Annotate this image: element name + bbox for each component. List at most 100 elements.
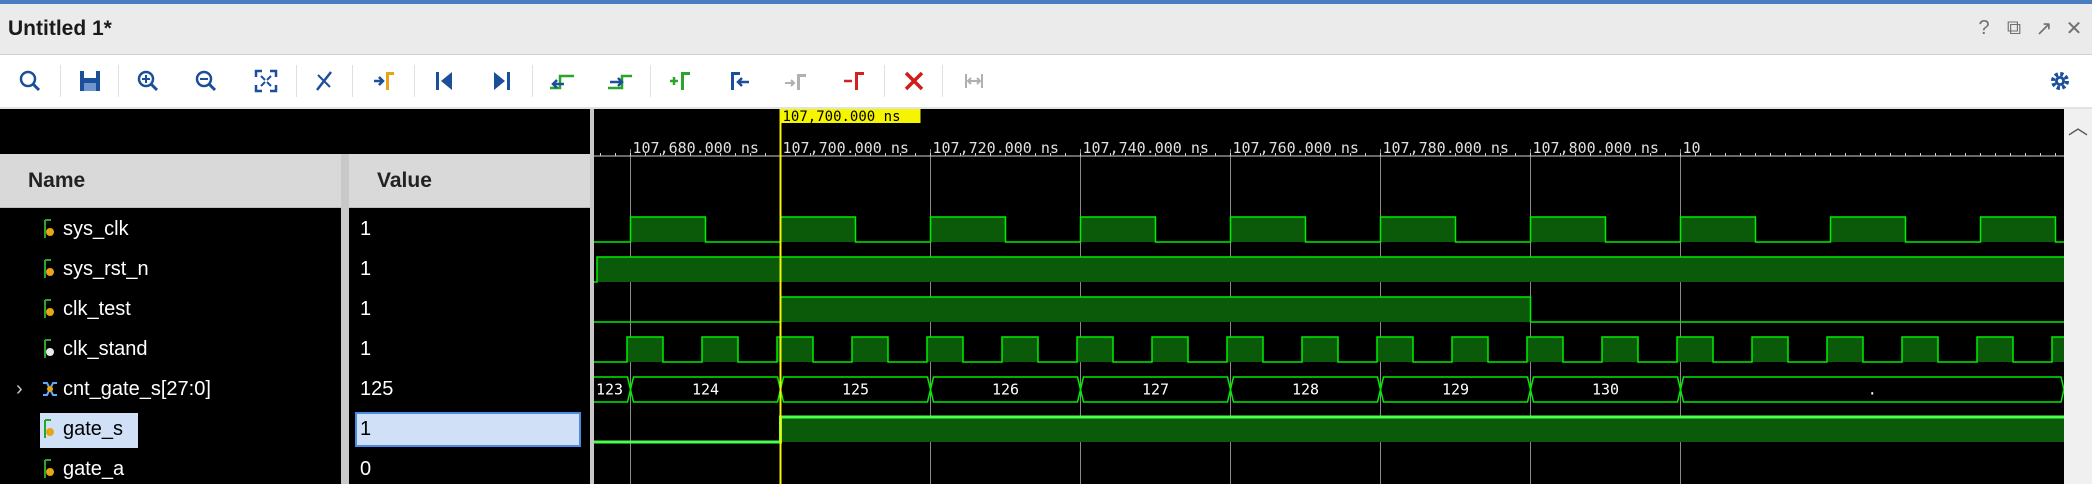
gate-s-high (780, 417, 2064, 442)
clk-stand-high (1002, 337, 1038, 362)
clk-stand-high (1977, 337, 2013, 362)
bit-signal-icon (41, 297, 61, 321)
signal-name[interactable]: gate_s (41, 409, 123, 449)
next-marker-icon[interactable] (778, 63, 814, 99)
clk-stand-high (1527, 337, 1563, 362)
bus-value-label: 130 (1592, 381, 1619, 399)
search-icon[interactable] (12, 63, 48, 99)
signal-value-label: 1 (360, 337, 372, 360)
sys-clk-high (1380, 217, 1456, 242)
snap-to-transition-icon[interactable] (956, 63, 992, 99)
bus-value-label: 125 (842, 381, 869, 399)
signal-name-label: cnt_gate_s[27:0] (63, 377, 211, 400)
time-label: 107,740.000 ns (1083, 139, 1209, 157)
sys-clk-high (630, 217, 706, 242)
save-icon[interactable] (72, 63, 108, 99)
zoom-out-icon[interactable] (188, 63, 224, 99)
add-marker-icon[interactable] (662, 63, 698, 99)
toolbar-separator (650, 65, 651, 97)
vertical-scrollbar[interactable]: ︿ (2064, 109, 2092, 484)
time-label: 107,800.000 ns (1533, 139, 1659, 157)
toolbar-separator (884, 65, 885, 97)
bus-value-label: 124 (692, 381, 719, 399)
waveform-canvas[interactable]: 107,680.000 ns 107,700.000 ns 107,720.000 … (594, 109, 2064, 484)
signal-value-label: 1 (360, 217, 372, 240)
previous-transition-icon[interactable] (544, 63, 580, 99)
signal-row[interactable]: gate_a 0 (0, 449, 590, 489)
time-label: 107,780.000 ns (1383, 139, 1509, 157)
restore-icon[interactable]: ⧉ (2002, 14, 2026, 42)
signal-name[interactable]: clk_stand (41, 329, 148, 369)
time-label: 107,720.000 ns (933, 139, 1059, 157)
signal-name-label: gate_a (63, 457, 125, 480)
toolbar-separator (532, 65, 533, 97)
toolbar (0, 55, 2092, 109)
signal-row[interactable]: › cnt_gate_s[27:0] 125 (0, 369, 590, 409)
signal-row[interactable]: clk_stand 1 (0, 329, 590, 369)
bus-value-label: 128 (1292, 381, 1319, 399)
clk-stand-high (1152, 337, 1188, 362)
bus-value-label: 127 (1142, 381, 1169, 399)
bus-value-label: 129 (1442, 381, 1469, 399)
clk-stand-high (1452, 337, 1488, 362)
signal-row[interactable]: sys_clk 1 (0, 209, 590, 249)
bit-signal-icon (41, 217, 61, 241)
toolbar-separator (296, 65, 297, 97)
delete-marker-icon[interactable] (836, 63, 872, 99)
signal-value-label: 1 (360, 297, 372, 320)
previous-marker-icon[interactable] (720, 63, 756, 99)
go-to-time-0-icon[interactable] (426, 63, 462, 99)
bus-value-label: 123 (596, 381, 623, 399)
signal-value: 1 (360, 289, 371, 329)
time-label: 10 (1683, 139, 1701, 157)
signal-name[interactable]: cnt_gate_s[27:0] (41, 369, 211, 409)
next-transition-icon[interactable] (602, 63, 638, 99)
toolbar-separator (60, 65, 61, 97)
waveform-pane[interactable]: 107,680.000 ns 107,700.000 ns 107,720.000 … (594, 109, 2064, 484)
close-icon[interactable]: ✕ (2062, 14, 2086, 42)
toolbar-separator (942, 65, 943, 97)
toolbar-separator (118, 65, 119, 97)
time-label: 107,760.000 ns (1233, 139, 1359, 157)
scroll-up-icon[interactable]: ︿ (2068, 111, 2088, 140)
expand-chevron-icon[interactable]: › (16, 378, 23, 401)
signal-name[interactable]: clk_test (41, 289, 131, 329)
signal-value-label: 0 (360, 457, 372, 480)
bit-signal-icon (41, 257, 61, 281)
settings-gear-icon[interactable] (2042, 63, 2078, 99)
help-icon[interactable]: ? (1972, 14, 1996, 42)
bit-signal-icon (41, 337, 61, 361)
name-column-header[interactable]: Name (0, 154, 341, 208)
value-column-header[interactable]: Value (349, 154, 590, 208)
signal-name[interactable]: gate_a (41, 449, 124, 489)
clk-stand-high (1677, 337, 1713, 362)
signal-row[interactable]: sys_rst_n 1 (0, 249, 590, 289)
sys-clk-high (1080, 217, 1156, 242)
signal-value: 1 (360, 249, 371, 289)
signal-name[interactable]: sys_rst_n (41, 249, 149, 289)
signal-row[interactable]: clk_test 1 (0, 289, 590, 329)
float-icon[interactable]: ↗ (2032, 14, 2056, 42)
signal-name-label: clk_stand (63, 337, 148, 360)
clk-stand-high (1302, 337, 1338, 362)
clk-stand-high (1752, 337, 1788, 362)
time-label: 107,680.000 ns (633, 139, 759, 157)
signal-row[interactable]: gate_s 1 (0, 409, 590, 449)
cursor-to-zoom-icon[interactable] (306, 63, 342, 99)
go-to-cursor-icon[interactable] (366, 63, 402, 99)
signal-value: 1 (360, 329, 371, 369)
delete-all-markers-icon[interactable] (896, 63, 932, 99)
sys-clk-high (780, 217, 856, 242)
zoom-in-icon[interactable] (130, 63, 166, 99)
clk-stand-high (777, 337, 813, 362)
clk-stand-high (1077, 337, 1113, 362)
window-title: Untitled 1* (8, 17, 112, 40)
go-to-last-time-icon[interactable] (484, 63, 520, 99)
bus-value-label: . (1868, 381, 1877, 399)
clk-stand-high (1827, 337, 1863, 362)
signal-value: 125 (360, 369, 393, 409)
clk-stand-high (627, 337, 663, 362)
zoom-fit-icon[interactable] (248, 63, 284, 99)
signal-list-pane: Name Value sys_clk 1 sys_rst_n 1 clk_test 1 cl… (0, 109, 590, 484)
signal-name[interactable]: sys_clk (41, 209, 129, 249)
